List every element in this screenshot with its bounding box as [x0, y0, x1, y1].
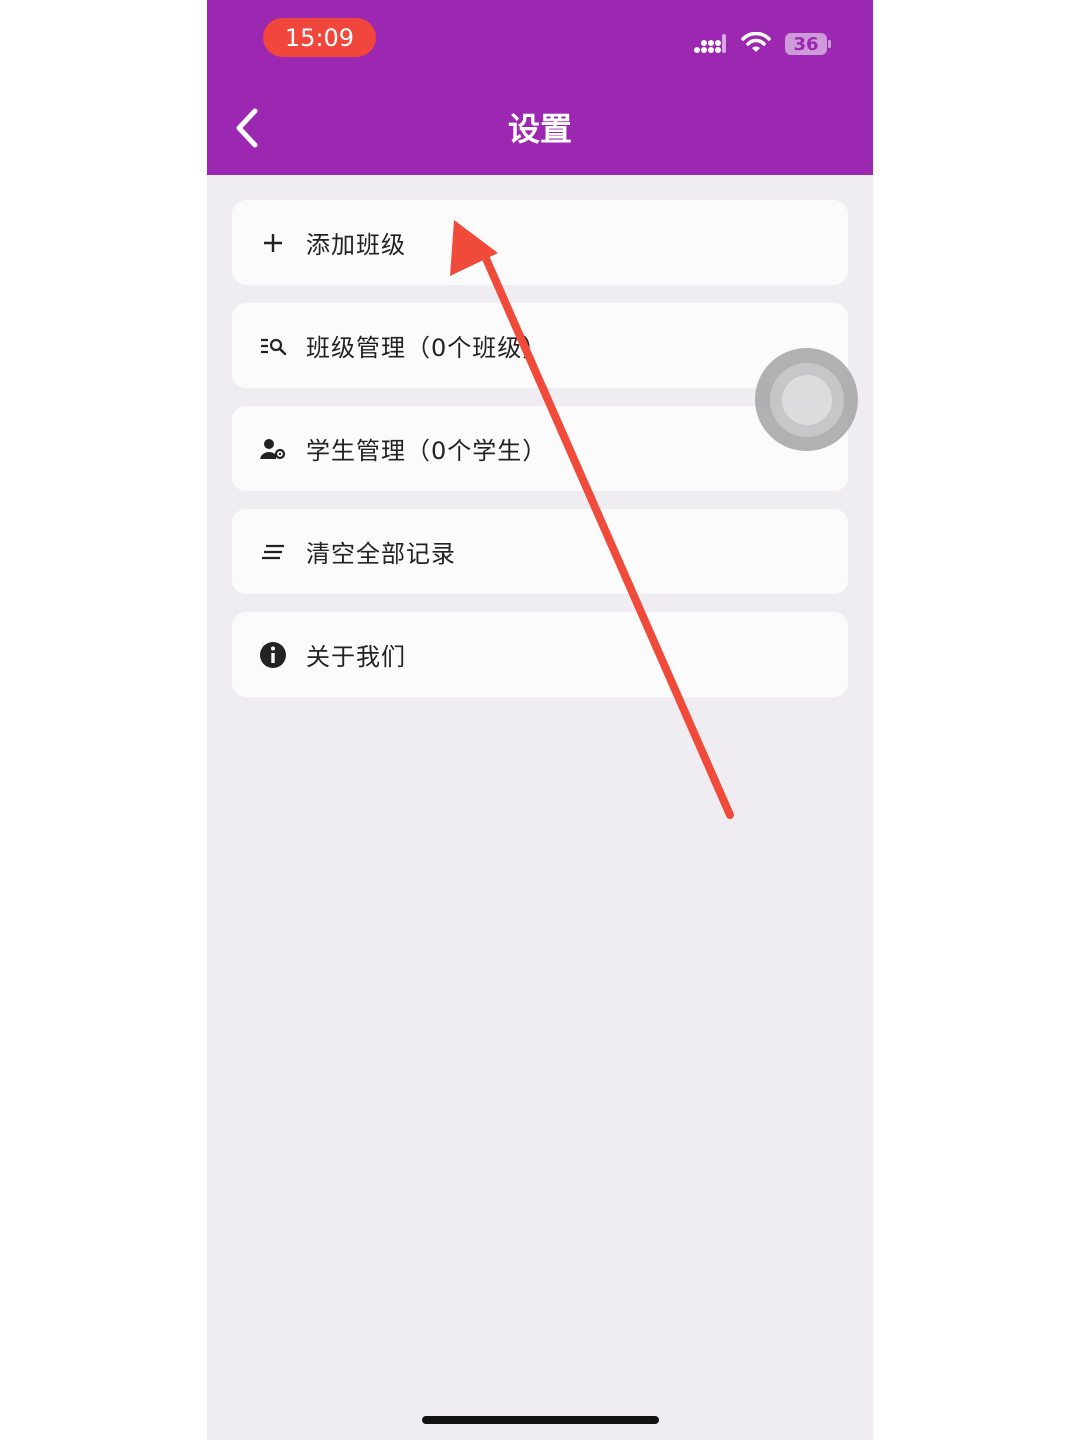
about-us-item[interactable]: 关于我们 [232, 612, 848, 697]
add-class-item[interactable]: 添加班级 [232, 200, 848, 285]
wifi-icon [741, 32, 771, 52]
plus-icon [258, 228, 288, 258]
menu-item-label: 清空全部记录 [306, 540, 456, 568]
status-icons: 36 [693, 30, 831, 58]
signal-icon [694, 34, 726, 53]
info-icon [258, 640, 288, 670]
page-title: 设置 [507, 110, 572, 148]
menu-item-label: 班级管理（0个班级） [306, 334, 548, 362]
menu-item-label: 添加班级 [306, 231, 406, 259]
app-bar: 15:09 36 设置 [207, 0, 873, 175]
home-indicator[interactable] [422, 1416, 659, 1424]
settings-menu: 添加班级 班级管理（0个班级） 学生管理（0个学生） 清空全部记录 关于我们 [232, 200, 848, 715]
user-settings-icon [258, 434, 288, 464]
status-time: 15:09 [263, 18, 376, 57]
phone-screen: 15:09 36 设置 添加班级 班级管理（0个班级） 学生管理（0个学生） 清… [207, 0, 873, 1440]
menu-item-label: 学生管理（0个学生） [306, 437, 548, 465]
list-search-icon [258, 331, 288, 361]
battery-icon: 36 [785, 33, 831, 55]
clear-all-icon [258, 537, 288, 567]
assistive-touch-button[interactable] [755, 348, 858, 451]
student-management-item[interactable]: 学生管理（0个学生） [232, 406, 848, 491]
clear-records-item[interactable]: 清空全部记录 [232, 509, 848, 594]
menu-item-label: 关于我们 [306, 643, 406, 671]
class-management-item[interactable]: 班级管理（0个班级） [232, 303, 848, 388]
